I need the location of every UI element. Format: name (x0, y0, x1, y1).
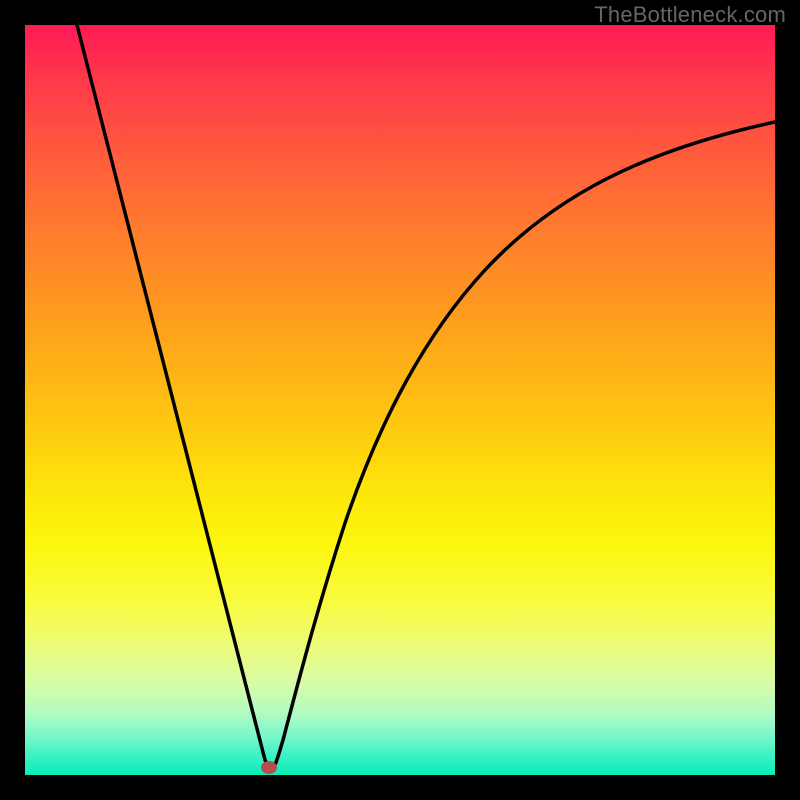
curve-left-branch (77, 25, 270, 769)
minimum-marker-dot (261, 761, 277, 774)
bottleneck-curve (25, 25, 775, 775)
watermark-text: TheBottleneck.com (594, 2, 786, 28)
plot-area (25, 25, 775, 775)
chart-container: TheBottleneck.com (0, 0, 800, 800)
curve-right-branch (270, 122, 775, 769)
